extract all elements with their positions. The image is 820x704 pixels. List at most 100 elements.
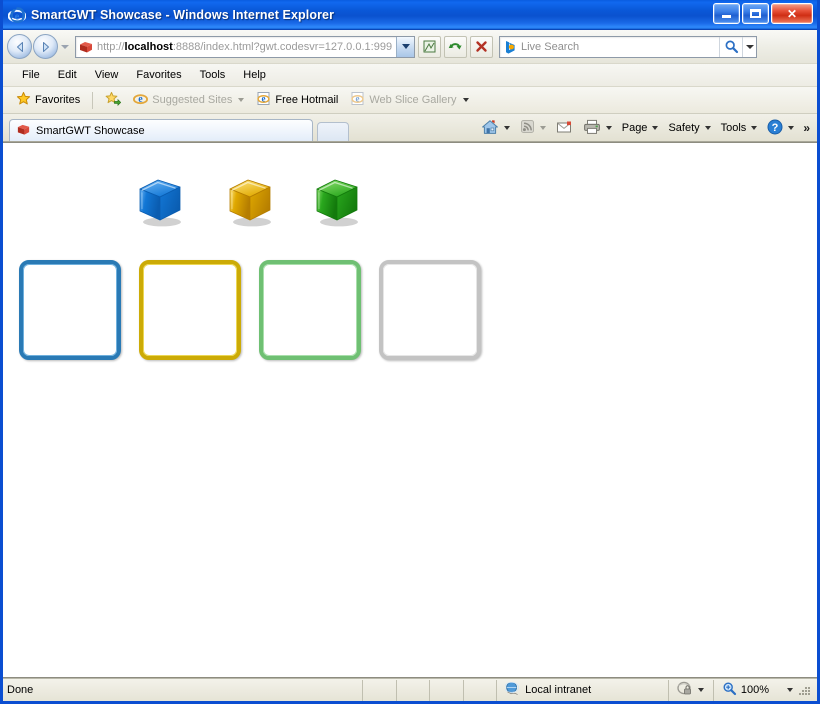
page-menu-button[interactable]: Page bbox=[618, 120, 663, 136]
status-message: Done bbox=[3, 679, 364, 701]
maximize-button[interactable] bbox=[742, 3, 769, 24]
favorites-item-label: Suggested Sites bbox=[152, 94, 233, 106]
search-box[interactable]: Live Search bbox=[499, 35, 757, 58]
home-icon bbox=[481, 119, 499, 138]
feeds-button[interactable] bbox=[516, 117, 550, 139]
tools-menu-label: Tools bbox=[720, 122, 747, 134]
page-icon: e bbox=[350, 91, 365, 109]
resize-grip[interactable] bbox=[797, 683, 811, 697]
svg-text:e: e bbox=[15, 11, 20, 22]
lock-icon bbox=[677, 681, 693, 699]
menu-favorites[interactable]: Favorites bbox=[127, 67, 190, 83]
box-inner-highlight bbox=[23, 264, 117, 356]
status-segment bbox=[363, 679, 397, 701]
red-box-icon bbox=[16, 122, 31, 140]
menu-bar: File Edit View Favorites Tools Help bbox=[3, 64, 817, 87]
address-text: http://localhost:8888/index.html?gwt.cod… bbox=[97, 40, 393, 53]
protected-mode-indicator[interactable] bbox=[669, 679, 714, 701]
recent-pages-button[interactable] bbox=[59, 37, 71, 57]
favorites-bar: Favorites e Suggested Sites e Free Hotma… bbox=[3, 87, 817, 114]
print-button[interactable] bbox=[579, 117, 616, 140]
read-mail-button[interactable] bbox=[552, 118, 577, 139]
search-icon bbox=[725, 40, 738, 54]
back-button[interactable] bbox=[7, 34, 32, 59]
yellow-cube bbox=[225, 176, 275, 227]
ie-icon: e bbox=[133, 91, 149, 109]
blue-box[interactable] bbox=[19, 260, 121, 360]
window-controls: ✕ bbox=[713, 3, 813, 24]
security-zone-indicator[interactable]: Local intranet bbox=[497, 679, 669, 701]
title-bar: e SmartGWT Showcase - Windows Internet E… bbox=[3, 0, 817, 30]
refresh-icon bbox=[448, 43, 462, 50]
favorites-item-free-hotmail[interactable]: e Free Hotmail bbox=[251, 89, 343, 111]
add-to-favorites-icon bbox=[105, 91, 122, 109]
chevron-down-icon bbox=[539, 126, 546, 130]
favorites-item-label: Free Hotmail bbox=[275, 94, 339, 106]
menu-file[interactable]: File bbox=[13, 67, 49, 83]
chevron-down-icon bbox=[401, 44, 410, 49]
chevron-down-icon bbox=[745, 44, 754, 49]
chevron-down-icon bbox=[698, 688, 705, 692]
page-menu-label: Page bbox=[621, 122, 648, 134]
minimize-button[interactable] bbox=[713, 3, 740, 24]
menu-help[interactable]: Help bbox=[234, 67, 275, 83]
compatibility-view-icon bbox=[423, 40, 436, 53]
navigation-bar: http://localhost:8888/index.html?gwt.cod… bbox=[3, 30, 817, 64]
status-segment bbox=[464, 679, 498, 701]
help-menu-button[interactable]: ? bbox=[763, 117, 798, 140]
page-canvas bbox=[3, 143, 817, 677]
zoom-icon bbox=[722, 681, 737, 699]
favorites-item-label: Web Slice Gallery bbox=[369, 94, 457, 106]
safety-menu-button[interactable]: Safety bbox=[664, 120, 714, 136]
search-input[interactable]: Live Search bbox=[521, 41, 719, 53]
favorites-button[interactable]: Favorites bbox=[11, 89, 85, 111]
stop-icon bbox=[476, 41, 487, 52]
compatibility-view-button[interactable] bbox=[418, 35, 441, 58]
add-to-favorites-bar-button[interactable] bbox=[100, 89, 126, 111]
close-button[interactable]: ✕ bbox=[771, 3, 813, 24]
chevron-down-icon bbox=[503, 126, 510, 130]
green-box[interactable] bbox=[259, 260, 361, 360]
intranet-globe-icon bbox=[504, 681, 520, 699]
tab-label: SmartGWT Showcase bbox=[36, 124, 145, 137]
print-icon bbox=[583, 119, 601, 138]
svg-text:?: ? bbox=[772, 122, 779, 134]
zoom-level-label: 100% bbox=[740, 684, 770, 696]
stop-button[interactable] bbox=[470, 35, 493, 58]
blue-cube bbox=[135, 176, 185, 227]
address-bar[interactable]: http://localhost:8888/index.html?gwt.cod… bbox=[75, 35, 415, 58]
command-bar-overflow-button[interactable]: » bbox=[800, 121, 813, 135]
box-inner-highlight bbox=[263, 264, 357, 356]
close-icon: ✕ bbox=[786, 6, 798, 21]
yellow-box[interactable] bbox=[139, 260, 241, 360]
ie-logo-icon: e bbox=[7, 6, 27, 24]
tab-smartgwt-showcase[interactable]: SmartGWT Showcase bbox=[9, 119, 313, 141]
favorites-item-suggested-sites[interactable]: e Suggested Sites bbox=[128, 89, 249, 111]
command-bar: Page Safety Tools ? » bbox=[477, 117, 813, 139]
zoom-control[interactable]: 100% bbox=[714, 680, 817, 701]
address-dropdown-button[interactable] bbox=[396, 36, 414, 57]
favorites-button-label: Favorites bbox=[35, 94, 81, 106]
home-button[interactable] bbox=[477, 117, 514, 140]
forward-button[interactable] bbox=[33, 34, 58, 59]
menu-tools[interactable]: Tools bbox=[191, 67, 235, 83]
chevron-down-icon bbox=[238, 98, 245, 102]
tab-strip: SmartGWT Showcase Page Safety Tools ? » bbox=[3, 114, 817, 142]
chevron-down-icon bbox=[652, 126, 659, 130]
chevron-down-icon bbox=[61, 44, 69, 49]
menu-view[interactable]: View bbox=[86, 67, 128, 83]
back-arrow-icon bbox=[16, 41, 23, 52]
refresh-button[interactable] bbox=[444, 35, 467, 58]
favorites-item-web-slice-gallery[interactable]: e Web Slice Gallery bbox=[345, 89, 473, 111]
menu-edit[interactable]: Edit bbox=[49, 67, 86, 83]
search-go-button[interactable] bbox=[719, 36, 742, 57]
divider bbox=[92, 91, 94, 109]
safety-menu-label: Safety bbox=[668, 122, 700, 134]
tools-menu-button[interactable]: Tools bbox=[717, 120, 762, 136]
gray-box[interactable] bbox=[379, 260, 481, 360]
new-tab-button[interactable] bbox=[317, 122, 349, 141]
chevron-down-icon bbox=[788, 126, 795, 130]
svg-text:e: e bbox=[356, 94, 360, 104]
search-provider-dropdown[interactable] bbox=[742, 36, 756, 57]
svg-text:e: e bbox=[262, 94, 266, 104]
